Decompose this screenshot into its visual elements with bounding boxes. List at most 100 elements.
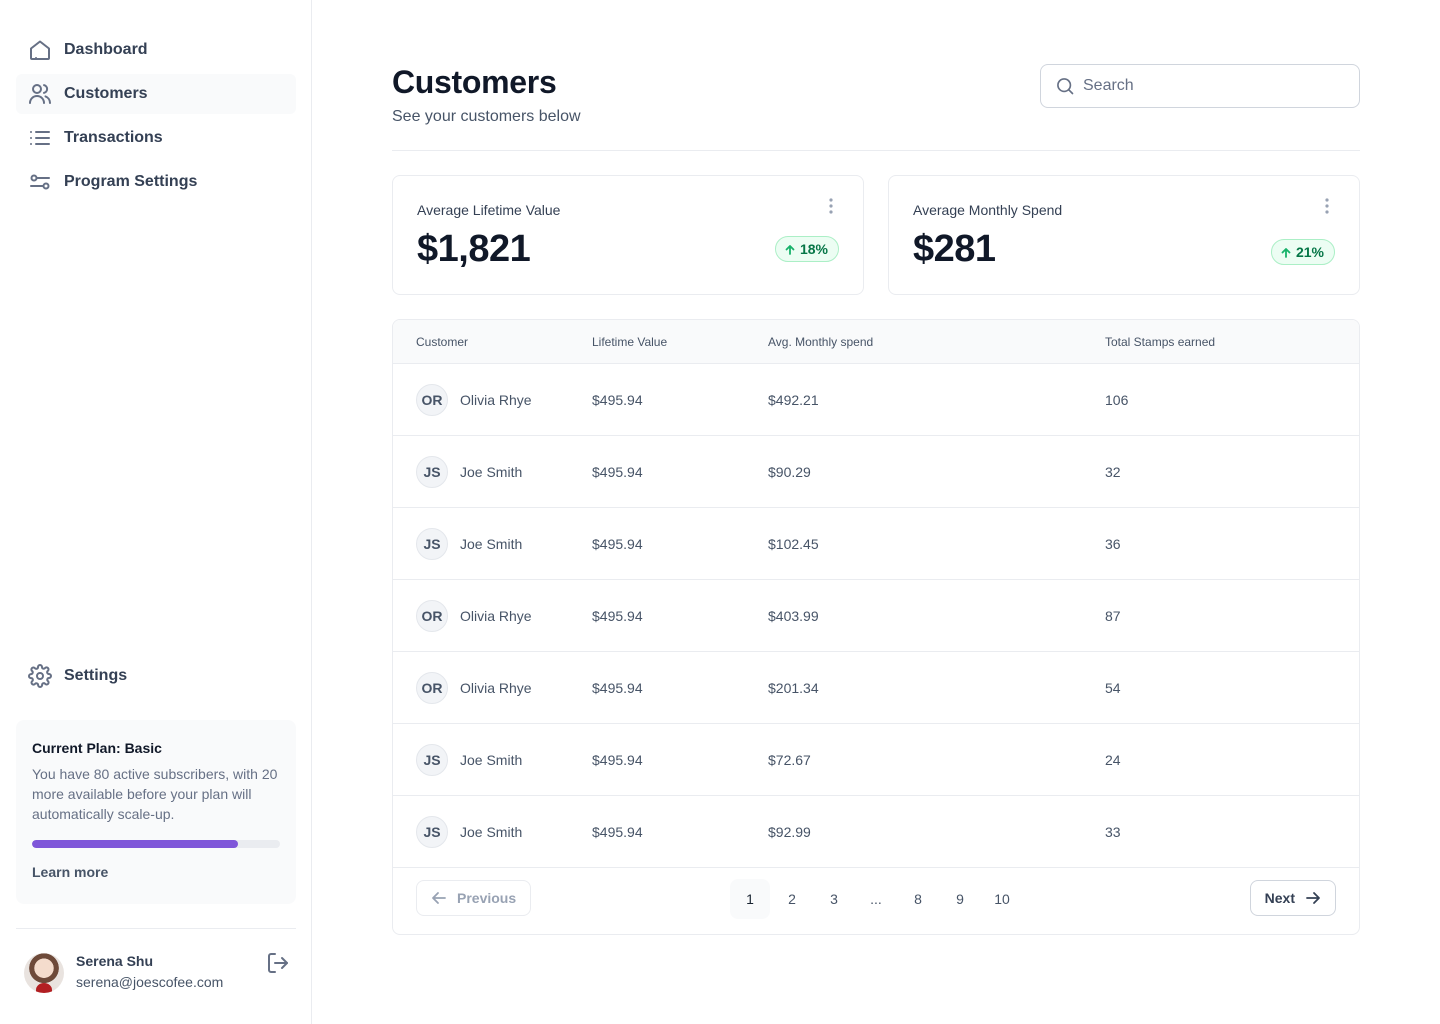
sidebar-item-program-settings[interactable]: Program Settings [16,162,296,202]
account-name: Serena Shu [76,953,154,969]
search-box[interactable] [1040,64,1360,108]
search-input[interactable] [1083,77,1333,95]
arrow-up-icon [1280,246,1292,258]
column-header-total-stamps[interactable]: Total Stamps earned [1105,335,1215,349]
plan-card: Current Plan: Basic You have 80 active s… [16,720,296,904]
sidebar-item-label: Program Settings [64,173,198,190]
table-header: Customer Lifetime Value Avg. Monthly spe… [393,320,1359,364]
account-panel: Serena Shu serena@joescofee.com [16,928,296,1024]
customer-name: Olivia Rhye [460,680,532,696]
sidebar-item-label: Transactions [64,129,163,146]
customer-name: Joe Smith [460,752,523,768]
stamps-cell: 54 [1105,680,1121,696]
users-icon [28,82,52,106]
arrow-right-icon [1303,888,1323,908]
table-row[interactable]: JS Joe Smith $495.94 $72.67 24 [393,724,1359,796]
column-header-monthly-spend[interactable]: Avg. Monthly spend [768,335,873,349]
customer-initials-avatar: JS [416,528,448,560]
sidebar-item-settings[interactable]: Settings [16,656,296,696]
monthly-spend-cell: $403.99 [768,608,819,624]
search-icon [1055,76,1075,96]
arrow-left-icon [429,888,449,908]
page-title: Customers [392,64,557,100]
customer-name: Joe Smith [460,536,523,552]
page-button[interactable]: 8 [898,879,938,919]
customers-table: Customer Lifetime Value Avg. Monthly spe… [392,319,1360,935]
table-row[interactable]: JS Joe Smith $495.94 $92.99 33 [393,796,1359,868]
customer-initials-avatar: OR [416,384,448,416]
monthly-spend-cell: $492.21 [768,392,819,408]
next-label: Next [1264,890,1295,906]
customer-initials-avatar: JS [416,456,448,488]
stat-value: $1,821 [417,228,531,270]
monthly-spend-cell: $102.45 [768,536,819,552]
column-header-lifetime-value[interactable]: Lifetime Value [592,335,667,349]
table-row[interactable]: JS Joe Smith $495.94 $90.29 32 [393,436,1359,508]
previous-label: Previous [457,890,517,906]
sidebar-item-label: Customers [64,85,148,102]
customer-initials-avatar: JS [416,816,448,848]
stat-label: Average Monthly Spend [913,202,1063,218]
table-row[interactable]: OR Olivia Rhye $495.94 $492.21 106 [393,364,1359,436]
plan-progress-fill [32,840,238,848]
sidebar-item-label: Settings [64,667,128,684]
page-numbers: 1 2 3... 8 9 10 [730,879,1024,919]
lifetime-value-cell: $495.94 [592,824,643,840]
header-divider [392,150,1360,151]
account-email: serena@joescofee.com [76,974,224,990]
monthly-spend-cell: $72.67 [768,752,811,768]
monthly-spend-cell: $92.99 [768,824,811,840]
home-icon [28,38,52,62]
customer-name: Joe Smith [460,824,523,840]
page-button[interactable]: 9 [940,879,980,919]
lifetime-value-cell: $495.94 [592,752,643,768]
page-button[interactable]: 10 [982,879,1022,919]
customer-initials-avatar: OR [416,600,448,632]
sidebar-nav: Dashboard Customers Transactions Program… [16,30,296,206]
avatar [24,953,64,993]
plan-description: You have 80 active subscribers, with 20 … [32,766,278,822]
monthly-spend-cell: $90.29 [768,464,811,480]
customer-initials-avatar: JS [416,744,448,776]
monthly-spend-cell: $201.34 [768,680,819,696]
more-vertical-icon[interactable] [821,196,841,216]
customer-name: Joe Smith [460,464,523,480]
more-vertical-icon[interactable] [1317,196,1337,216]
change-value: 18% [799,241,828,257]
stat-value: $281 [913,228,996,270]
table-body: OR Olivia Rhye $495.94 $492.21 106 JS Joe Smit… [393,364,1359,868]
sliders-icon [28,170,52,194]
table-row[interactable]: OR Olivia Rhye $495.94 $403.99 87 [393,580,1359,652]
lifetime-value-cell: $495.94 [592,392,643,408]
pagination: Previous 1 2 3... 8 9 10 Next [393,867,1359,934]
change-badge: 18% [774,236,839,262]
customer-name: Olivia Rhye [460,608,532,624]
sidebar-item-customers[interactable]: Customers [16,74,296,114]
stat-label: Average Lifetime Value [417,202,561,218]
lifetime-value-cell: $495.94 [592,680,643,696]
change-badge: 21% [1270,239,1335,265]
column-header-customer[interactable]: Customer [416,335,468,349]
sidebar: Dashboard Customers Transactions Program… [0,0,312,1024]
previous-button[interactable]: Previous [416,880,532,916]
customer-initials-avatar: OR [416,672,448,704]
stamps-cell: 106 [1105,392,1129,408]
sidebar-item-dashboard[interactable]: Dashboard [16,30,296,70]
table-row[interactable]: JS Joe Smith $495.94 $102.45 36 [393,508,1359,580]
page-button[interactable]: 2 [772,879,812,919]
logout-icon[interactable] [266,951,290,975]
lifetime-value-cell: $495.94 [592,608,643,624]
customer-name: Olivia Rhye [460,392,532,408]
sidebar-item-transactions[interactable]: Transactions [16,118,296,158]
page-button[interactable]: 3 [814,879,854,919]
stamps-cell: 32 [1105,464,1121,480]
sidebar-item-label: Dashboard [64,41,148,58]
stamps-cell: 36 [1105,536,1121,552]
page-subtitle: See your customers below [392,108,581,125]
next-button[interactable]: Next [1249,880,1336,916]
table-row[interactable]: OR Olivia Rhye $495.94 $201.34 54 [393,652,1359,724]
plan-progress-bar [32,840,280,848]
learn-more-link[interactable]: Learn more [32,864,280,880]
page-button[interactable]: 1 [730,879,770,919]
stat-card-lifetime-value: Average Lifetime Value $1,821 18% [392,175,864,295]
